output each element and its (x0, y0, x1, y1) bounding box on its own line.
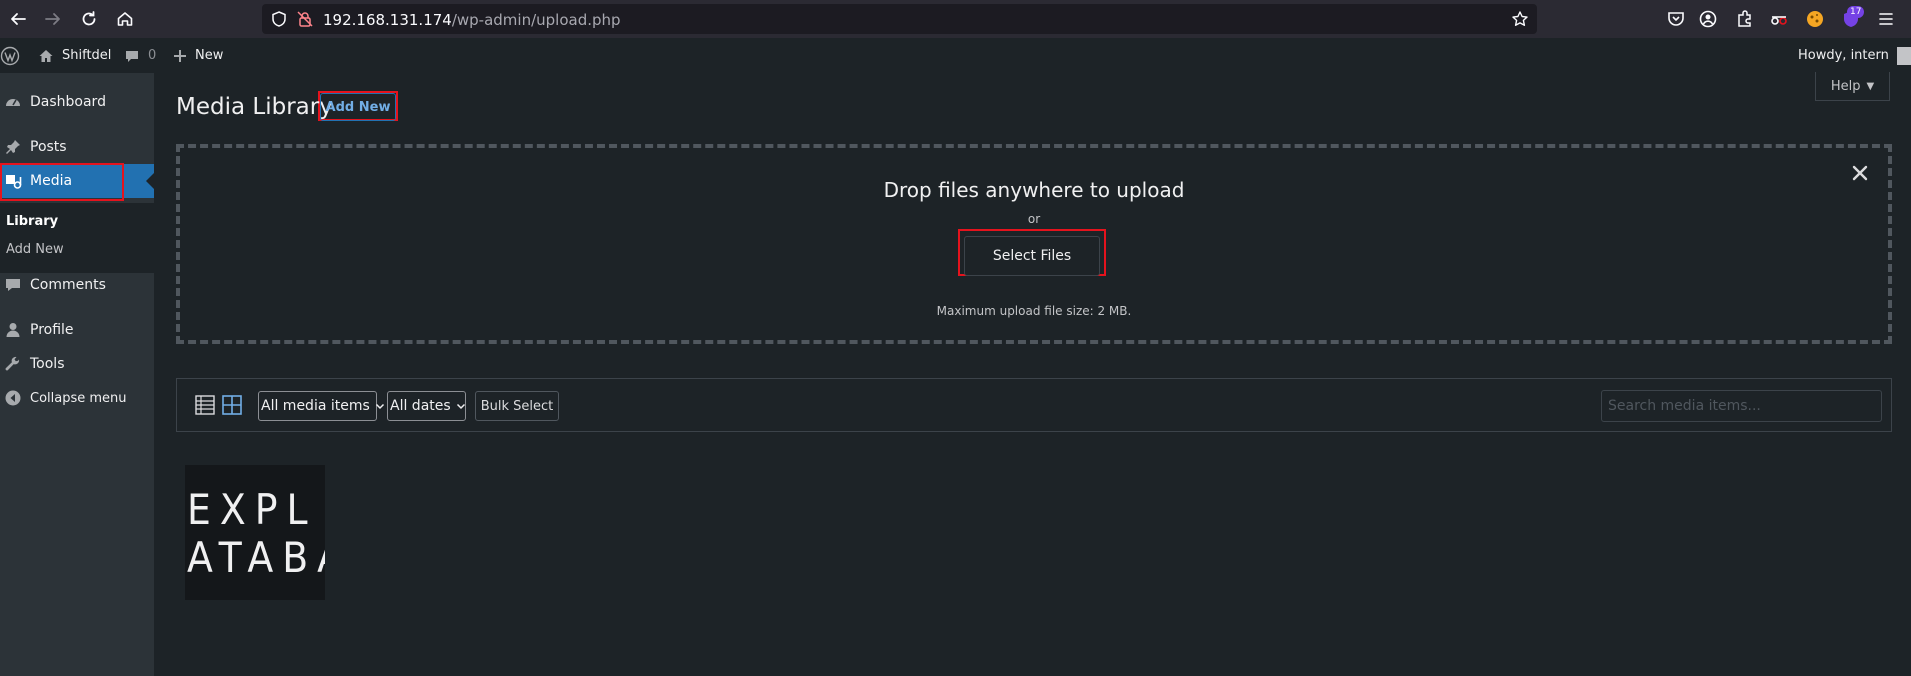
wordpress-logo-icon[interactable] (0, 38, 20, 73)
select-files-button[interactable]: Select Files (964, 236, 1100, 276)
date-filter[interactable]: All dates (387, 391, 466, 421)
collapse-arrow-icon (3, 388, 23, 408)
hamburger-menu-icon[interactable] (1876, 9, 1896, 29)
sidebar-item-profile[interactable]: Profile (0, 313, 154, 347)
home-icon[interactable] (113, 7, 137, 31)
drop-or-text: or (1027, 212, 1041, 226)
sidebar-item-comments[interactable]: Comments (0, 268, 154, 302)
help-label: Help (1830, 78, 1861, 94)
chevron-down-icon (456, 401, 466, 411)
howdy-text: Howdy, intern (1798, 48, 1889, 63)
pocket-icon[interactable] (1666, 9, 1686, 29)
search-media-input[interactable] (1601, 390, 1882, 422)
caret-down-icon: ▼ (1866, 80, 1875, 92)
extension-badge: 17 (1847, 6, 1865, 18)
browser-toolbar: 192.168.131.174/wp-admin/upload.php 17 (0, 0, 1911, 38)
media-toolbar: All media items All dates Bulk Select (176, 378, 1892, 432)
extensions-icon[interactable] (1734, 9, 1754, 29)
thumbnail-text-line-2: ATABA (187, 533, 325, 582)
site-name-link[interactable]: Shiftdel (38, 38, 111, 73)
url-text[interactable]: 192.168.131.174/wp-admin/upload.php (323, 11, 621, 29)
close-uploader-icon[interactable] (1849, 162, 1871, 184)
media-type-filter-value: All media items (261, 398, 370, 414)
comments-link[interactable]: 0 (124, 38, 156, 73)
reload-icon[interactable] (77, 7, 101, 31)
media-type-filter[interactable]: All media items (258, 391, 384, 421)
max-upload-size: Maximum upload file size: 2 MB. (936, 304, 1132, 318)
shield-icon[interactable] (270, 10, 288, 28)
spy-extension-icon[interactable] (1769, 9, 1789, 29)
my-account-link[interactable]: Howdy, intern (1798, 38, 1911, 73)
media-submenu: Library Add New (0, 203, 154, 273)
active-menu-arrow (146, 173, 154, 189)
url-path: /wp-admin/upload.php (451, 11, 621, 29)
bookmark-star-icon[interactable] (1511, 10, 1529, 28)
comments-count: 0 (148, 48, 157, 63)
back-icon[interactable] (6, 7, 30, 31)
site-name: Shiftdel (62, 48, 112, 63)
collapse-menu-button[interactable]: Collapse menu (0, 381, 154, 415)
url-host: 192.168.131.174 (323, 11, 452, 29)
url-bar[interactable]: 192.168.131.174/wp-admin/upload.php (262, 4, 1537, 34)
wrench-icon (3, 354, 23, 374)
pushpin-icon (3, 137, 23, 157)
avatar (1896, 46, 1911, 65)
bulk-select-button[interactable]: Bulk Select (475, 391, 559, 421)
sidebar-label-posts: Posts (30, 139, 67, 155)
list-view-icon[interactable] (194, 394, 216, 416)
sidebar-item-tools[interactable]: Tools (0, 347, 154, 381)
cookie-extension-icon[interactable] (1805, 9, 1825, 29)
insecure-lock-icon[interactable] (296, 10, 314, 28)
grid-view-icon[interactable] (221, 394, 243, 416)
account-icon[interactable] (1698, 9, 1718, 29)
wp-admin-bar: Shiftdel 0 New Howdy, intern (0, 38, 1911, 73)
sidebar-item-posts[interactable]: Posts (0, 130, 154, 164)
submenu-item-add-new[interactable]: Add New (6, 242, 64, 257)
sidebar-item-dashboard[interactable]: Dashboard (0, 85, 154, 119)
thumbnail-text-line-1: EXPL (187, 485, 317, 534)
comment-icon (3, 275, 23, 295)
sidebar-label-profile: Profile (30, 322, 74, 338)
media-thumbnail[interactable]: EXPL ATABA (185, 465, 325, 600)
sidebar-label-collapse: Collapse menu (30, 390, 127, 406)
plus-icon (173, 49, 187, 63)
upload-dropzone[interactable]: Drop files anywhere to upload or Select … (176, 144, 1892, 344)
page-title: Media Library (176, 94, 333, 120)
date-filter-value: All dates (390, 398, 451, 414)
comment-bubble-icon (124, 48, 140, 64)
sidebar-label-comments: Comments (30, 277, 106, 293)
new-content-link[interactable]: New (173, 38, 223, 73)
new-label: New (195, 48, 224, 63)
highlight-box-media (0, 163, 124, 201)
sidebar-label-dashboard: Dashboard (30, 94, 106, 110)
sidebar-label-tools: Tools (30, 356, 65, 372)
dashboard-gauge-icon (3, 92, 23, 112)
forward-icon[interactable] (41, 7, 65, 31)
help-tab-button[interactable]: Help ▼ (1815, 72, 1890, 101)
chevron-down-icon (375, 401, 385, 411)
house-icon (38, 48, 54, 64)
submenu-item-library[interactable]: Library (6, 214, 58, 229)
user-icon (3, 320, 23, 340)
drop-title: Drop files anywhere to upload (883, 178, 1185, 202)
add-new-button[interactable]: Add New (320, 93, 396, 121)
